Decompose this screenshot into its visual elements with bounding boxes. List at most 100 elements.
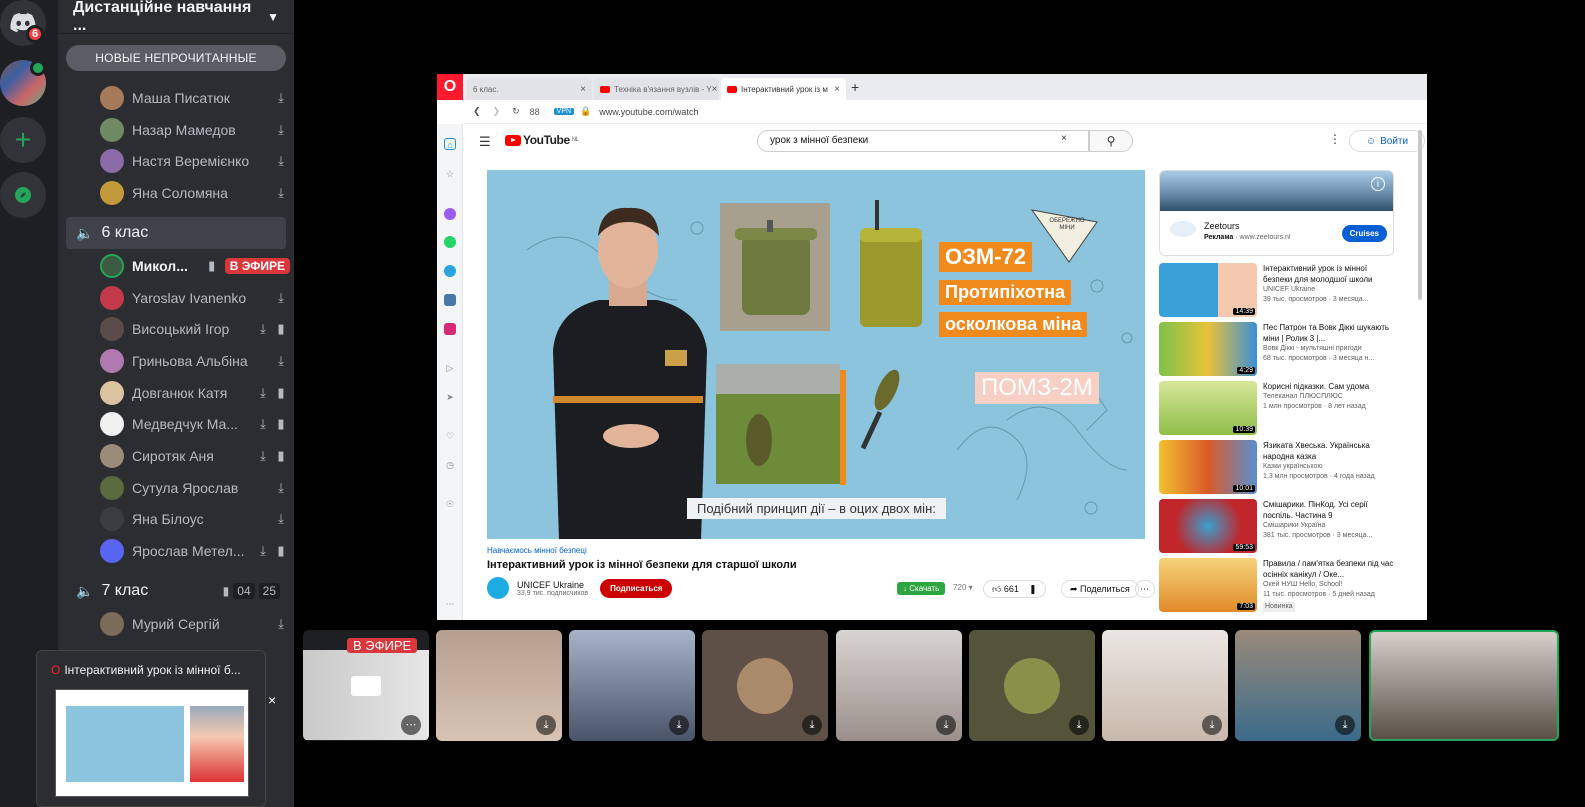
participant-tile[interactable]: ⤓ [969,630,1095,741]
close-icon[interactable]: × [712,84,718,95]
compass-icon [15,187,31,203]
voice-user[interactable]: Сутула Ярослав ⤓ [100,474,290,502]
voice-user[interactable]: Yaroslav Ivanenko ⤓ [100,284,290,312]
voice-user[interactable]: Довганюк Катя ⤓ ▮ [100,379,290,407]
recommended-video[interactable]: 4:29 Пес Патрон та Вовк Діккі шукають мі… [1159,322,1399,376]
recommended-video[interactable]: 14:39 Інтерактивний урок із мінної безпе… [1159,263,1399,317]
clear-search-icon[interactable]: × [1061,133,1067,144]
avatar [100,254,124,278]
home-icon[interactable]: ⌂ [444,138,456,150]
recommended-video[interactable]: 7:03 Правила / пам'ятка безпеки під час … [1159,558,1399,612]
login-button[interactable]: ☺ Войти [1349,130,1425,152]
messenger-icon[interactable] [444,208,456,220]
popout-window[interactable]: O Інтерактивний урок із мінної б... [36,650,266,807]
voice-user[interactable]: Яна Соломяна ⤓ [100,179,290,207]
telegram-icon[interactable] [444,265,456,277]
zeetours-logo [1170,221,1196,237]
voice-user[interactable]: Сиротяк Аня ⤓ ▮ [100,442,290,470]
avatar [737,658,793,714]
send-icon[interactable]: ➤ [444,391,456,403]
voice-user[interactable]: Гриньова Альбіна ⤓ [100,347,290,375]
shared-screen-browser[interactable]: O 6 клас. × Техніка в'язання вузлів - Y × … [437,74,1427,620]
recommended-video[interactable]: 10:39 Корисні підказки. Сам удома Телекан… [1159,381,1399,435]
share-button[interactable]: ➦ Поделиться [1061,580,1139,598]
participant-tile[interactable]: ⤓ [702,630,828,741]
subscribe-button[interactable]: Подписаться [600,578,673,598]
server-header[interactable]: Дистанційне навчання ... ▼ [58,0,294,34]
close-icon[interactable]: × [834,84,840,95]
scrollbar[interactable] [1418,130,1422,300]
info-icon[interactable]: i [1371,177,1385,191]
new-tab-button[interactable]: + [851,79,859,95]
video-hashtag[interactable]: Навчаємось мінної безпеці [487,546,1127,555]
voice-user[interactable]: Висоцький Ігор ⤓ ▮ [100,315,290,343]
deafened-icon: ⤓ [278,511,284,526]
explore-button[interactable] [0,172,46,218]
presenter-figure [553,207,707,539]
url-text[interactable]: www.youtube.com/watch [599,107,698,117]
more-icon[interactable]: ⋯ [401,715,421,735]
voice-user[interactable]: Назар Мамедов ⤓ [100,116,290,144]
heart-icon[interactable]: ♡ [444,430,456,442]
search-button[interactable]: ⚲ [1089,130,1133,152]
recommended-video[interactable]: 10:01 Язиката Хвеська. Українська народн… [1159,440,1399,494]
browser-tab[interactable]: 6 клас. × [467,78,592,100]
forward-icon[interactable]: ❯ [493,106,501,117]
voice-user-streaming[interactable]: Микол... ▮ В ЭФИРЕ [100,252,290,280]
ad-cta-button[interactable]: Cruises [1341,225,1387,242]
youtube-logo[interactable]: YouTube NL [505,133,579,147]
ad-card[interactable]: i Zeetours Реклама · www.zeetours.nl Cru… [1159,170,1394,256]
back-icon[interactable]: ❮ [473,106,481,117]
search-input[interactable]: урок з мінної безпеки [757,130,1089,152]
whatsapp-icon[interactable] [444,236,456,248]
player-icon[interactable]: ▷ [444,362,456,374]
voice-user[interactable]: Настя Веремієнко ⤓ [100,147,290,175]
vk-icon[interactable] [444,294,456,306]
bookmarks-icon[interactable]: ☆ [444,168,456,180]
channel-avatar[interactable] [487,577,509,599]
voice-user[interactable]: Мурий Сергій ⤓ [100,610,290,638]
more-actions-button[interactable]: ⋯ [1135,580,1155,598]
like-button[interactable]: 👍︎ 661 ❚ [983,580,1046,598]
voice-user[interactable]: Ярослав Метел... ⤓ ▮ [100,537,290,565]
opera-logo-icon[interactable]: O [437,74,463,100]
history-icon[interactable]: ◷ [444,459,456,471]
voice-user[interactable]: Маша Писатюк ⤓ [100,84,290,112]
browser-tab[interactable]: Техніка в'язання вузлів - Y × [594,78,719,100]
reload-icon[interactable]: ↻ [512,106,520,117]
video-player[interactable]: ОБЕРЕЖНО МІНИ ОЗМ-72 Протипіхотна осколк… [487,170,1145,539]
lightbulb-icon[interactable]: ☉ [444,498,456,510]
participant-tile[interactable]: ⤓ [1102,630,1228,741]
close-icon[interactable]: × [268,692,276,708]
add-server-button[interactable]: + [0,117,46,163]
voice-user[interactable]: Медведчук Ма... ⤓ ▮ [100,410,290,438]
more-icon[interactable]: ⋯ [444,598,456,610]
participant-tile[interactable]: ⤓ [836,630,962,741]
deafened-icon: ⤓ [278,480,284,495]
thumbs-down-icon[interactable]: ❚ [1029,584,1037,595]
instagram-icon[interactable] [444,323,456,335]
vpn-badge[interactable]: VPN [553,108,575,115]
browser-tab-active[interactable]: Інтерактивний урок із м × [721,78,846,100]
more-vert-icon[interactable]: ⋮ [1329,132,1341,146]
channel-name[interactable]: UNICEF Ukraine [517,580,588,590]
recommended-video[interactable]: 59:53 Смішарики. ПінКод. Усі серії поспі… [1159,499,1399,553]
participant-tile[interactable]: ⤓ [1235,630,1361,741]
new-unread-pill[interactable]: НОВЫЕ НЕПРОЧИТАННЫЕ [66,45,286,71]
avatar [100,181,124,205]
participant-tile-speaking[interactable] [1369,630,1559,741]
address-bar[interactable]: ❮ ❯ ↻ 88 VPN 🔒 www.youtube.com/watch [463,100,1427,124]
download-button[interactable]: ↓ Скачать [897,582,946,595]
camera-icon: ▮ [208,258,216,273]
voice-user[interactable]: Яна Білоус ⤓ [100,505,290,533]
deafened-icon: ⤓ [260,385,266,400]
participant-tile[interactable]: ⤓ [436,630,562,741]
ad-image [1160,171,1393,211]
quality-select[interactable]: 720 ▾ [953,583,973,592]
voice-channel-7-klas[interactable]: 🔈 7 клас ▮ 04 25 [66,575,286,607]
voice-channel-6-klas[interactable]: 🔈 6 клас [66,217,286,249]
participant-tile[interactable]: ⤓ [569,630,695,741]
close-icon[interactable]: × [580,84,586,95]
participant-tile-stream[interactable]: В ЭФИРЕ ⋯ [303,630,429,741]
menu-icon[interactable]: ☰ [479,134,491,150]
